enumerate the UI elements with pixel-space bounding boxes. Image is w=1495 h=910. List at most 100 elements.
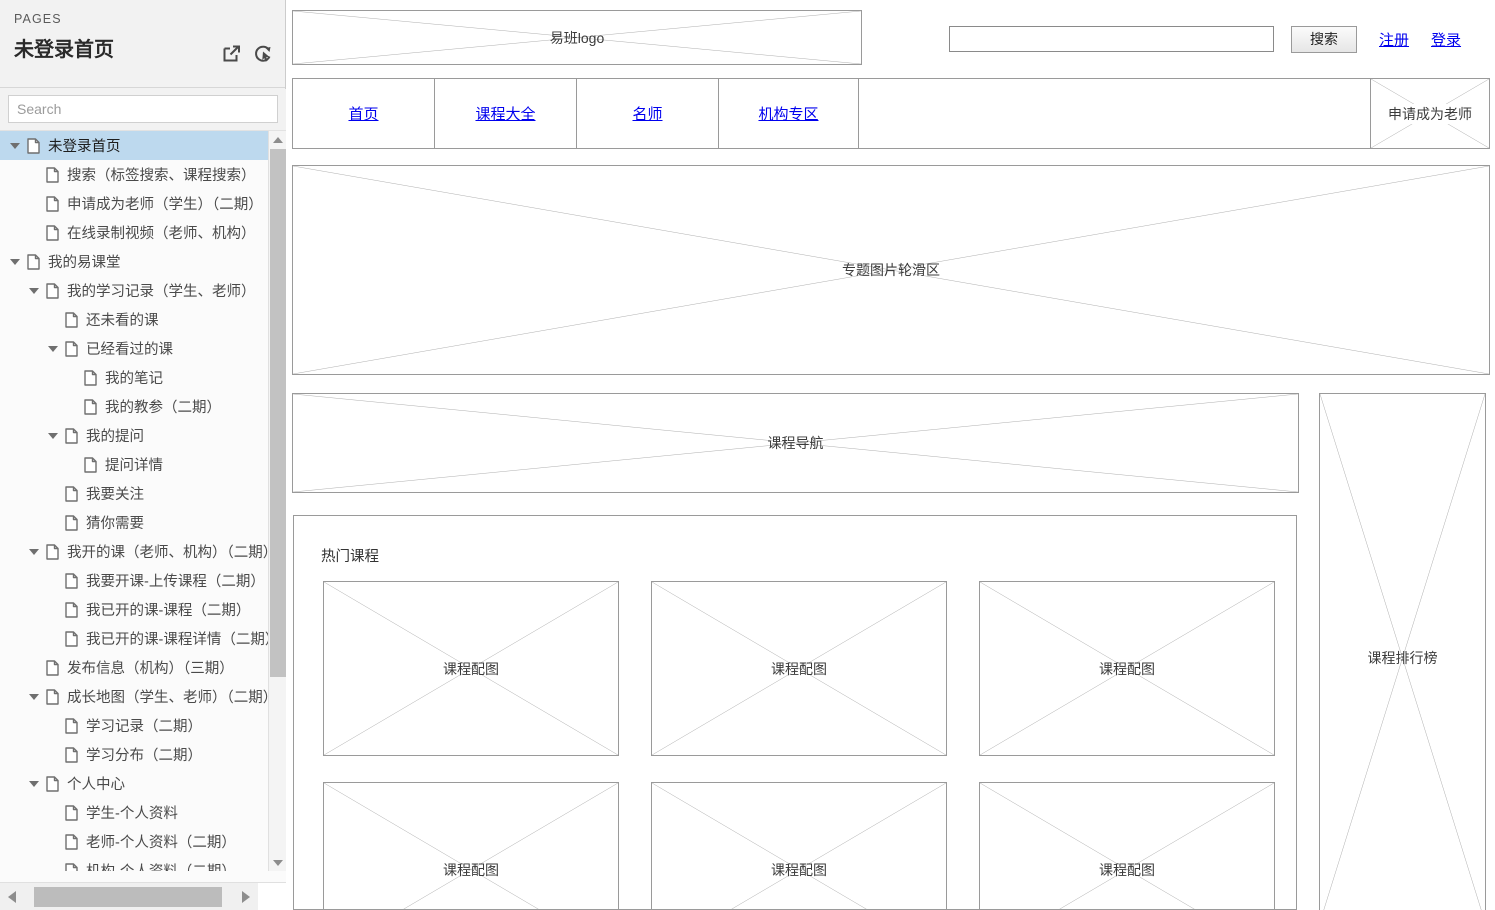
nav-link-courses[interactable]: 课程大全 (475, 103, 535, 124)
tree-item[interactable]: 我已开的课-课程（二期） (0, 595, 268, 624)
page-document-icon (62, 340, 81, 357)
tree-caret-down-icon[interactable] (6, 247, 24, 276)
page-document-icon (62, 601, 81, 618)
tree-item[interactable]: 老师-个人资料（二期） (0, 827, 268, 856)
page-document-icon (62, 485, 81, 502)
tree-item[interactable]: 学习记录（二期） (0, 711, 268, 740)
course-card[interactable]: 课程配图 (651, 782, 947, 909)
nav-item-home[interactable]: 首页 (293, 79, 435, 148)
nav-item-institutions[interactable]: 机构专区 (719, 79, 859, 148)
tree-caret-spacer (25, 218, 43, 247)
search-field-wrap (0, 89, 286, 131)
course-card-label: 课程配图 (771, 660, 827, 677)
scrollbar-corner (258, 882, 286, 910)
tree-item[interactable]: 成长地图（学生、老师）（二期） (0, 682, 268, 711)
cursor-refresh-icon[interactable] (254, 44, 273, 63)
tree-caret-spacer (44, 798, 62, 827)
placeholder-cross-icon (980, 783, 1274, 910)
open-in-new-icon[interactable] (222, 44, 241, 63)
tree-item[interactable]: 我要关注 (0, 479, 268, 508)
tree-caret-down-icon[interactable] (25, 769, 43, 798)
register-link[interactable]: 注册 (1379, 29, 1409, 50)
course-card[interactable]: 课程配图 (979, 782, 1275, 910)
tree-item-label: 学习分布（二期） (86, 748, 202, 764)
nav-link-teachers[interactable]: 名师 (632, 103, 662, 124)
scroll-right-arrow-icon[interactable] (234, 883, 258, 910)
course-nav-placeholder[interactable]: 课程导航 (292, 393, 1299, 493)
page-document-icon (43, 688, 62, 705)
tree-item-label: 发布信息（机构）（三期） (67, 661, 234, 677)
sidebar-header: PAGES 未登录首页 (0, 0, 285, 88)
tree-item[interactable]: 在线录制视频（老师、机构） (0, 218, 268, 247)
tree-item[interactable]: 我开的课（老师、机构）（二期） (0, 537, 268, 566)
tree-item[interactable]: 我要开课-上传课程（二期） (0, 566, 268, 595)
hot-courses-panel: 热门课程 课程配图 课程配图 课程配图 课程配图 课程配图 课程配图 (293, 515, 1297, 910)
tree-item[interactable]: 我已开的课-课程详情（二期） (0, 624, 268, 653)
tree-item[interactable]: 未登录首页 (0, 131, 268, 160)
tree-item[interactable]: 我的提问 (0, 421, 268, 450)
tree-caret-down-icon[interactable] (25, 537, 43, 566)
tree-item[interactable]: 还未看的课 (0, 305, 268, 334)
site-search-input[interactable] (949, 26, 1274, 52)
tree-item[interactable]: 猜你需要 (0, 508, 268, 537)
tree-item[interactable]: 学生-个人资料 (0, 798, 268, 827)
apply-teacher-placeholder[interactable]: 申请成为老师 (1371, 79, 1489, 148)
tree-item-label: 我的学习记录（学生、老师） (67, 284, 256, 300)
nav-link-institutions[interactable]: 机构专区 (758, 103, 818, 124)
banner-label: 专题图片轮滑区 (842, 262, 940, 278)
scroll-left-arrow-icon[interactable] (0, 883, 24, 910)
pages-tree[interactable]: 未登录首页搜索（标签搜索、课程搜索） 申请成为老师（学生）（二期） 在线录制视频（老… (0, 131, 268, 871)
nav-item-courses[interactable]: 课程大全 (435, 79, 577, 148)
tree-horizontal-scrollbar[interactable] (0, 882, 286, 910)
tree-item-label: 已经看过的课 (86, 342, 173, 358)
course-card[interactable]: 课程配图 (979, 581, 1275, 756)
wireframe-canvas: 易班logo 搜索 注册 登录 首页 课程大全 名师 机构专区 申请成为老师 专… (287, 0, 1495, 910)
vertical-scroll-thumb[interactable] (270, 149, 286, 677)
tree-caret-down-icon[interactable] (25, 276, 43, 305)
banner-carousel-placeholder[interactable]: 专题图片轮滑区 (292, 165, 1490, 375)
tree-caret-spacer (44, 566, 62, 595)
tree-item-label: 还未看的课 (86, 313, 159, 329)
scroll-down-arrow-icon[interactable] (269, 854, 287, 871)
course-ranking-placeholder[interactable]: 课程排行榜 (1319, 393, 1486, 910)
hot-courses-grid: 课程配图 课程配图 课程配图 课程配图 课程配图 课程配图 (323, 581, 1275, 910)
tree-item[interactable]: 发布信息（机构）（三期） (0, 653, 268, 682)
tree-caret-down-icon[interactable] (44, 334, 62, 363)
pages-sidebar: PAGES 未登录首页 Search 未登录首页 搜索（标签搜索、课程搜索） 申… (0, 0, 286, 910)
sidebar-header-actions (222, 44, 273, 63)
page-document-icon (81, 398, 100, 415)
tree-item[interactable]: 搜索（标签搜索、课程搜索） (0, 160, 268, 189)
course-card[interactable]: 课程配图 (651, 581, 947, 756)
course-card[interactable]: 课程配图 (323, 581, 619, 756)
tree-item[interactable]: 已经看过的课 (0, 334, 268, 363)
scroll-up-arrow-icon[interactable] (269, 131, 287, 148)
page-document-icon (43, 166, 62, 183)
search-input[interactable] (8, 95, 278, 123)
tree-item-label: 我要关注 (86, 487, 144, 503)
tree-item-label: 搜索（标签搜索、课程搜索） (67, 168, 256, 184)
tree-item[interactable]: 学习分布（二期） (0, 740, 268, 769)
tree-caret-down-icon[interactable] (6, 131, 24, 160)
tree-item[interactable]: 申请成为老师（学生）（二期） (0, 189, 268, 218)
tree-item[interactable]: 我的学习记录（学生、老师） (0, 276, 268, 305)
tree-item[interactable]: 我的教参（二期） (0, 392, 268, 421)
login-link[interactable]: 登录 (1431, 29, 1461, 50)
tree-caret-down-icon[interactable] (25, 682, 43, 711)
site-search-button[interactable]: 搜索 (1291, 25, 1357, 53)
tree-item[interactable]: 个人中心 (0, 769, 268, 798)
nav-item-teachers[interactable]: 名师 (577, 79, 719, 148)
tree-item-label: 我已开的课-课程（二期） (86, 603, 251, 619)
tree-item[interactable]: 机构-个人资料（二期） (0, 856, 268, 871)
tree-item[interactable]: 提问详情 (0, 450, 268, 479)
horizontal-scroll-track[interactable] (24, 883, 234, 910)
tree-item[interactable]: 我的笔记 (0, 363, 268, 392)
course-card[interactable]: 课程配图 (323, 782, 619, 909)
tree-caret-spacer (44, 305, 62, 334)
tree-item[interactable]: 我的易课堂 (0, 247, 268, 276)
tree-caret-spacer (44, 827, 62, 856)
tree-caret-down-icon[interactable] (44, 421, 62, 450)
tree-vertical-scrollbar[interactable] (268, 131, 286, 871)
nav-link-home[interactable]: 首页 (348, 103, 378, 124)
tree-item-label: 提问详情 (105, 458, 163, 474)
horizontal-scroll-thumb[interactable] (34, 886, 222, 907)
